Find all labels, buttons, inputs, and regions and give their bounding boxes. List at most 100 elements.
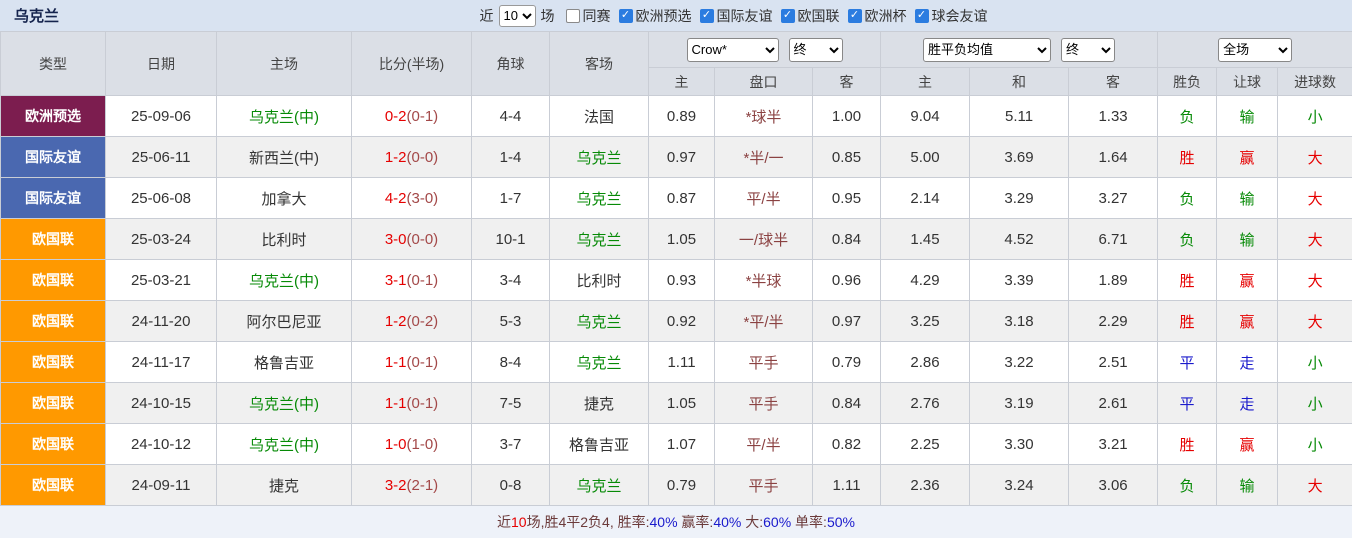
checkbox-icon[interactable] [619,9,633,23]
odds-win-value: 2.86 [910,354,939,371]
competition-type-badge: 欧国联 [1,465,106,506]
ah-line-value: *平/半 [743,314,783,331]
odds-lose: 2.61 [1069,383,1158,424]
home-team: 新西兰(中) [217,137,352,178]
away-team-name: 乌克兰 [576,150,621,167]
odds-company-select[interactable]: Crow* [687,38,779,62]
ah-home-odds: 0.93 [649,260,715,301]
filter-checkbox[interactable]: 欧洲预选 [619,6,692,26]
odds-lose-value: 1.89 [1098,272,1127,289]
handicap-result-value: 输 [1240,478,1255,495]
odds-win: 4.29 [881,260,970,301]
home-team: 乌克兰(中) [217,260,352,301]
competition-type-label: 欧国联 [32,436,74,452]
match-date-text: 24-09-11 [132,477,191,494]
period-group-header: 全场 [1158,32,1352,68]
handicap-result-cell: 输 [1217,219,1278,260]
ah-home-odds: 1.07 [649,424,715,465]
filter-checkbox[interactable]: 欧洲杯 [848,6,907,26]
odds-lose: 2.29 [1069,301,1158,342]
odds-draw: 4.52 [970,219,1069,260]
competition-type-badge: 欧国联 [1,219,106,260]
filter-checkbox-group: 同赛欧洲预选国际友谊欧国联欧洲杯球会友谊 [560,6,988,26]
odds-draw: 3.39 [970,260,1069,301]
ah-away-odds: 0.85 [813,137,881,178]
goals-result-cell: 大 [1278,260,1352,301]
full-time-score: 3-2 [385,477,407,494]
match-row: 欧国联 25-03-21 乌克兰(中) 3-1(0-1) 3-4 比利时 0.9… [1,260,1352,301]
matches-count-select[interactable]: 10 [499,5,536,27]
checkbox-icon[interactable] [566,9,580,23]
away-team-name: 比利时 [576,273,621,290]
ah-home-odds-value: 0.93 [667,272,696,289]
away-team: 乌克兰 [550,178,649,219]
match-row: 欧洲预选 25-09-06 乌克兰(中) 0-2(0-1) 4-4 法国 0.8… [1,96,1352,137]
odds-lose-value: 6.71 [1098,231,1127,248]
match-date: 25-03-21 [106,260,217,301]
goals-result-value: 小 [1308,109,1323,126]
corner-score: 5-3 [500,313,522,330]
col-header-goals: 进球数 [1278,68,1352,96]
filter-checkbox[interactable]: 球会友谊 [915,6,988,26]
match-date: 24-09-11 [106,465,217,506]
ah-away-odds: 0.97 [813,301,881,342]
corner-score: 1-4 [500,149,522,166]
company-time-select[interactable]: 终 [789,38,843,62]
ah-home-odds-value: 1.07 [667,436,696,453]
wdl-time-select[interactable]: 终 [1061,38,1115,62]
handicap-result-cell: 走 [1217,342,1278,383]
corner-cell: 1-7 [472,178,550,219]
odds-lose: 1.89 [1069,260,1158,301]
odds-lose-value: 3.21 [1098,436,1127,453]
filter-checkbox[interactable]: 欧国联 [781,6,840,26]
goals-result-value: 大 [1308,314,1323,331]
ah-away-odds: 0.84 [813,219,881,260]
checkbox-icon[interactable] [848,9,862,23]
filter-label: 同赛 [583,6,611,26]
score-cell: 1-1(0-1) [352,383,472,424]
match-date-text: 25-09-06 [131,108,191,125]
odds-draw-value: 3.29 [1004,190,1033,207]
page-title: 乌克兰 [14,5,59,26]
half-time-score: (1-0) [407,436,439,453]
corner-score: 7-5 [500,395,522,412]
odds-draw-value: 3.30 [1004,436,1033,453]
home-team: 比利时 [217,219,352,260]
checkbox-icon[interactable] [915,9,929,23]
goals-result-value: 大 [1308,191,1323,208]
ah-home-odds-value: 0.92 [667,313,696,330]
competition-type-label: 欧国联 [32,313,74,329]
half-time-score: (0-1) [407,395,439,412]
result-value: 平 [1180,396,1195,413]
checkbox-icon[interactable] [700,9,714,23]
checkbox-icon[interactable] [781,9,795,23]
summary-segment: 60% [763,514,791,530]
odds-draw: 3.69 [970,137,1069,178]
match-row: 欧国联 25-03-24 比利时 3-0(0-0) 10-1 乌克兰 1.05 … [1,219,1352,260]
result-value: 胜 [1180,314,1195,331]
filter-checkbox[interactable]: 国际友谊 [700,6,773,26]
full-time-score: 3-0 [385,231,407,248]
match-date-text: 24-10-15 [131,395,191,412]
result-value: 平 [1180,355,1195,372]
filter-checkbox[interactable]: 同赛 [566,6,611,26]
corner-cell: 1-4 [472,137,550,178]
ah-line: 平/半 [715,424,813,465]
result-cell: 负 [1158,465,1217,506]
ah-away-odds-value: 1.11 [832,477,860,494]
summary-segment: 40% [650,514,678,530]
handicap-result-value: 赢 [1240,437,1255,454]
full-time-score: 4-2 [385,190,407,207]
period-select[interactable]: 全场 [1218,38,1292,62]
match-date-text: 25-03-24 [131,231,191,248]
half-time-score: (0-1) [407,354,439,371]
match-date: 24-10-15 [106,383,217,424]
odds-win-value: 9.04 [910,108,939,125]
wdl-average-select[interactable]: 胜平负均值 [923,38,1051,62]
handicap-result-cell: 输 [1217,465,1278,506]
odds-lose: 3.21 [1069,424,1158,465]
competition-type-badge: 欧国联 [1,301,106,342]
ah-away-odds: 1.00 [813,96,881,137]
ah-home-odds: 0.92 [649,301,715,342]
ah-home-odds: 0.79 [649,465,715,506]
